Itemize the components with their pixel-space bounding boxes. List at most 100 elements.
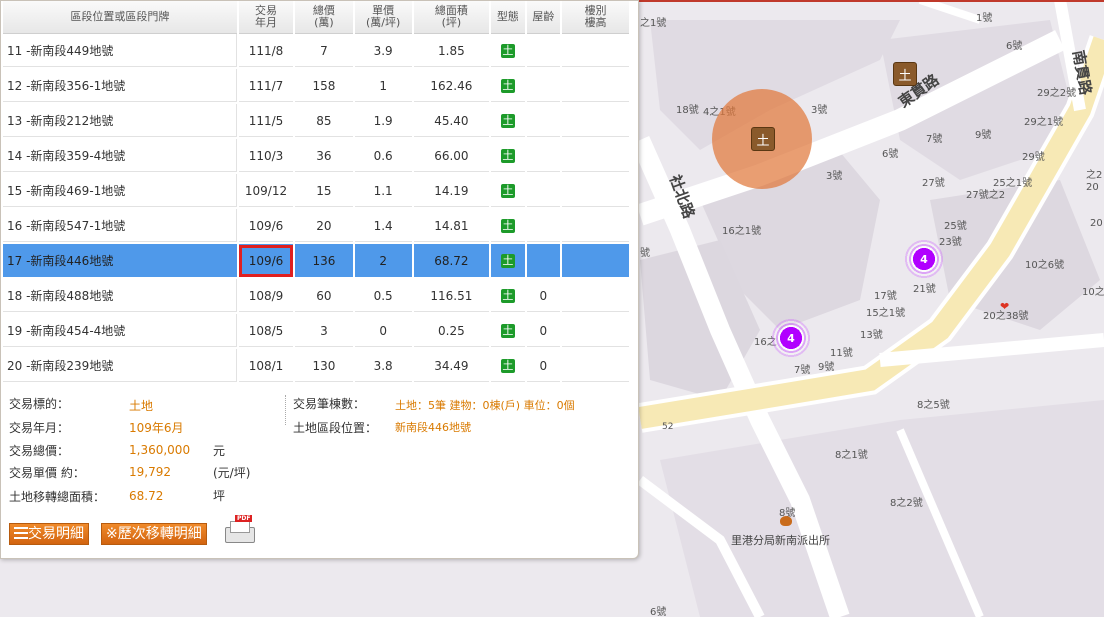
detail-land-location-value: 新南段446地號 bbox=[395, 421, 471, 434]
house-number: 3號 bbox=[811, 105, 828, 116]
cell-month: 109/6 bbox=[238, 209, 294, 244]
table-row[interactable]: 19 -新南段454-4地號 108/5 3 0 0.25 土 0 bbox=[3, 314, 629, 349]
table-row[interactable]: 15 -新南段469-1地號 109/12 15 1.1 14.19 土 bbox=[3, 174, 629, 209]
cell-floor bbox=[562, 104, 629, 139]
heart-icon: ❤ bbox=[1000, 300, 1010, 313]
cell-type: 土 bbox=[491, 349, 525, 384]
land-type-icon: 土 bbox=[500, 184, 515, 198]
header-location[interactable]: 區段位置或區段門牌 bbox=[3, 1, 237, 34]
cell-type: 土 bbox=[491, 279, 525, 314]
detail-target-value: 土地 bbox=[129, 399, 154, 413]
cell-area: 0.25 bbox=[413, 314, 490, 349]
table-row[interactable]: 18 -新南段488地號 108/9 60 0.5 116.51 土 0 bbox=[3, 279, 629, 314]
table-row[interactable]: 12 -新南段356-1地號 111/7 158 1 162.46 土 bbox=[3, 69, 629, 104]
cell-total: 20 bbox=[295, 209, 353, 244]
land-type-icon: 土 bbox=[500, 219, 515, 233]
house-number: 29之1號 bbox=[1024, 117, 1064, 128]
transaction-table: 區段位置或區段門牌 交易 年月 總價 (萬) 單價 (萬/坪) 總面積 (坪) 型態 屋… bbox=[1, 1, 631, 384]
detail-count-value: 土地：5筆 建物：0棟(戶) 車位：0個 bbox=[395, 399, 575, 412]
detail-month-value: 109年6月 bbox=[129, 421, 184, 435]
header-month[interactable]: 交易 年月 bbox=[238, 1, 294, 34]
cell-location: 19 -新南段454-4地號 bbox=[3, 314, 237, 349]
detail-area-unit: 坪 bbox=[213, 489, 226, 503]
house-number: 8之1號 bbox=[835, 450, 868, 461]
land-type-icon: 土 bbox=[500, 149, 515, 163]
house-number: 21號 bbox=[913, 284, 936, 295]
land-type-icon: 土 bbox=[500, 324, 515, 338]
transaction-detail: 交易標的： 土地 交易年月： 109年6月 交易總價： 1,360,000 元 … bbox=[1, 389, 631, 549]
house-number: 之2 bbox=[1086, 170, 1103, 181]
cell-type: 土 bbox=[491, 69, 525, 104]
cell-month: 110/3 bbox=[238, 139, 294, 174]
house-number: 號 bbox=[640, 248, 650, 259]
house-number: 6號 bbox=[1006, 41, 1023, 52]
cell-unit: 0 bbox=[354, 314, 412, 349]
house-number: 29之2號 bbox=[1037, 88, 1077, 99]
table-row[interactable]: 20 -新南段239地號 108/1 130 3.8 34.49 土 0 bbox=[3, 349, 629, 384]
cell-unit: 0.5 bbox=[354, 279, 412, 314]
cell-age: 0 bbox=[526, 314, 561, 349]
cell-area: 14.19 bbox=[413, 174, 490, 209]
header-area[interactable]: 總面積 (坪) bbox=[413, 1, 490, 34]
table-row[interactable]: 17 -新南段446地號 109/6 136 2 68.72 土 bbox=[3, 244, 629, 279]
land-type-icon: 土 bbox=[500, 114, 515, 128]
cell-area: 162.46 bbox=[413, 69, 490, 104]
cell-location: 14 -新南段359-4地號 bbox=[3, 139, 237, 174]
cell-area: 45.40 bbox=[413, 104, 490, 139]
cell-unit: 0.6 bbox=[354, 139, 412, 174]
house-number: 8之5號 bbox=[917, 400, 950, 411]
house-number: 27號 bbox=[922, 178, 945, 189]
cell-area: 116.51 bbox=[413, 279, 490, 314]
house-number: 17號 bbox=[874, 291, 897, 302]
print-pdf-icon[interactable]: PDF bbox=[223, 515, 255, 545]
cell-month: 108/9 bbox=[238, 279, 294, 314]
house-number: 3號 bbox=[826, 171, 843, 182]
cluster-marker[interactable]: 4 bbox=[771, 318, 811, 358]
house-number: 13號 bbox=[860, 330, 883, 341]
cell-unit: 3.9 bbox=[354, 34, 412, 69]
cell-age bbox=[526, 69, 561, 104]
house-number: 20 bbox=[1090, 218, 1103, 229]
table-row[interactable]: 14 -新南段359-4地號 110/3 36 0.6 66.00 土 bbox=[3, 139, 629, 174]
detail-area-label: 土地移轉總面積： bbox=[9, 490, 106, 504]
land-marker-selected[interactable]: 土 bbox=[751, 127, 775, 151]
cluster-marker[interactable]: 4 bbox=[904, 239, 944, 279]
house-number: 23號 bbox=[939, 237, 962, 248]
cell-total: 7 bbox=[295, 34, 353, 69]
cell-age bbox=[526, 34, 561, 69]
cell-month: 109/6 bbox=[238, 244, 294, 279]
cell-floor bbox=[562, 314, 629, 349]
cell-total: 158 bbox=[295, 69, 353, 104]
house-number: 6號 bbox=[650, 607, 667, 617]
cell-unit: 1.1 bbox=[354, 174, 412, 209]
transaction-detail-button[interactable]: 交易明細 bbox=[9, 523, 89, 545]
header-age[interactable]: 屋齡 bbox=[526, 1, 561, 34]
cell-total: 60 bbox=[295, 279, 353, 314]
poi-label[interactable]: 里港分局新南派出所 bbox=[731, 532, 830, 548]
table-row[interactable]: 13 -新南段212地號 111/5 85 1.9 45.40 土 bbox=[3, 104, 629, 139]
road-marker: 52 bbox=[662, 422, 674, 432]
header-unit[interactable]: 單價 (萬/坪) bbox=[354, 1, 412, 34]
transfer-history-button[interactable]: ※歷次移轉明細 bbox=[101, 523, 207, 545]
cell-unit: 2 bbox=[354, 244, 412, 279]
table-row[interactable]: 16 -新南段547-1地號 109/6 20 1.4 14.81 土 bbox=[3, 209, 629, 244]
header-floor[interactable]: 樓別 樓高 bbox=[562, 1, 629, 34]
house-number: 7號 bbox=[794, 365, 811, 376]
cell-location: 12 -新南段356-1地號 bbox=[3, 69, 237, 104]
cell-type: 土 bbox=[491, 104, 525, 139]
header-total[interactable]: 總價 (萬) bbox=[295, 1, 353, 34]
detail-month-label: 交易年月： bbox=[9, 421, 70, 435]
cell-location: 18 -新南段488地號 bbox=[3, 279, 237, 314]
header-type[interactable]: 型態 bbox=[491, 1, 525, 34]
detail-land-location-label: 土地區段位置： bbox=[293, 421, 378, 435]
table-row[interactable]: 11 -新南段449地號 111/8 7 3.9 1.85 土 bbox=[3, 34, 629, 69]
cell-unit: 3.8 bbox=[354, 349, 412, 384]
cell-type: 土 bbox=[491, 34, 525, 69]
house-number: 6號 bbox=[882, 149, 899, 160]
cell-location: 15 -新南段469-1地號 bbox=[3, 174, 237, 209]
house-number: 10之6號 bbox=[1025, 260, 1065, 271]
cell-floor bbox=[562, 69, 629, 104]
land-marker[interactable]: 土 bbox=[893, 62, 917, 86]
cell-floor bbox=[562, 139, 629, 174]
cell-month: 111/8 bbox=[238, 34, 294, 69]
